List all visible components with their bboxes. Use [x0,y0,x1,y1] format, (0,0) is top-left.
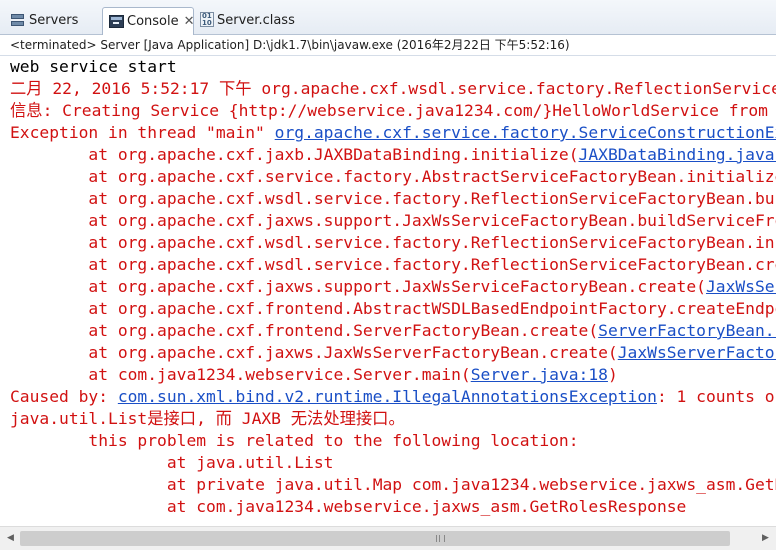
scroll-left-icon[interactable]: ◀ [2,529,19,548]
console-line: at org.apache.cxf.frontend.AbstractWSDLB… [10,298,776,320]
stack-trace-link[interactable]: com.sun.xml.bind.v2.runtime.IllegalAnnot… [118,387,657,406]
servers-icon [10,12,26,28]
grip-icon [436,535,445,542]
console-line: at org.apache.cxf.frontend.ServerFactory… [10,320,776,342]
console-text: 信息: Creating Service {http://webservice.… [10,101,768,120]
stack-trace-link[interactable]: JaxWsServerFactoryBean.java:211 [618,343,776,362]
console-line: at org.apache.cxf.jaxws.support.JaxWsSer… [10,210,776,232]
stack-trace-link[interactable]: org.apache.cxf.service.factory.ServiceCo… [275,123,776,142]
tab-servers-label: Servers [29,13,79,28]
console-text: at org.apache.cxf.wsdl.service.factory.R… [88,189,776,208]
console-output[interactable]: web service start 二月 22, 2016 5:52:17 下午 … [0,56,776,526]
stack-trace-link[interactable]: ServerFactoryBean.java:168 [598,321,776,340]
console-text: Exception in thread "main" [10,123,275,142]
tab-server-class[interactable]: Server.class [196,7,316,34]
scrollbar-thumb[interactable] [20,531,730,546]
console-line: at com.java1234.webservice.jaxws_asm.Get… [10,496,687,518]
console-status-line: <terminated> Server [Java Application] D… [0,35,776,56]
console-text: at org.apache.cxf.jaxb.JAXBDataBinding.i… [10,145,579,164]
console-line: at org.apache.cxf.wsdl.service.factory.R… [10,232,776,254]
console-text: at org.apache.cxf.jaxws.support.JaxWsSer… [88,211,776,230]
console-line: this problem is related to the following… [10,430,579,452]
console-text: web service start [10,57,177,76]
console-line: java.util.List是接口, 而 JAXB 无法处理接口。 [10,408,405,430]
tab-console[interactable]: Console ✕ [102,7,195,35]
console-text: at org.apache.cxf.service.factory.Abstra… [88,167,776,186]
console-line: Caused by: com.sun.xml.bind.v2.runtime.I… [10,386,776,408]
console-text: at org.apache.cxf.jaxws.JaxWsServerFacto… [10,343,618,362]
console-text: : 1 counts of IllegalAnnotationException… [656,387,776,406]
console-line: at org.apache.cxf.jaxb.JAXBDataBinding.i… [10,144,776,166]
console-text: 二月 22, 2016 5:52:17 下午 org.apache.cxf.ws… [10,79,776,98]
console-line: at org.apache.cxf.wsdl.service.factory.R… [10,254,776,276]
console-text: at com.java1234.webservice.jaxws_asm.Get… [10,497,687,516]
console-line: at com.java1234.webservice.Server.main(S… [10,364,618,386]
tab-servers[interactable]: Servers [0,7,102,34]
console-text: Caused by: [10,387,118,406]
console-line: at org.apache.cxf.wsdl.service.factory.R… [10,188,776,210]
console-line: 二月 22, 2016 5:52:17 下午 org.apache.cxf.ws… [10,78,776,100]
console-line: Exception in thread "main" org.apache.cx… [10,122,776,144]
console-line: at org.apache.cxf.jaxws.JaxWsServerFacto… [10,342,776,364]
console-text: at com.java1234.webservice.Server.main( [10,365,471,384]
console-line: at org.apache.cxf.jaxws.support.JaxWsSer… [10,276,776,298]
console-line: at java.util.List [10,452,334,474]
console-line: at org.apache.cxf.service.factory.Abstra… [10,166,776,188]
console-text: at org.apache.cxf.wsdl.service.factory.R… [88,255,776,274]
console-line: 信息: Creating Service {http://webservice.… [10,100,776,122]
console-line: web service start [10,56,177,78]
scroll-right-icon[interactable]: ▶ [757,529,774,548]
class-file-icon [200,12,214,27]
console-line: at private java.util.Map com.java1234.we… [10,474,776,496]
console-text: at org.apache.cxf.frontend.AbstractWSDLB… [88,299,776,318]
console-text: java.util.List是接口, 而 JAXB 无法处理接口。 [10,409,405,428]
console-text: at java.util.List [10,453,334,472]
console-text: this problem is related to the following… [10,431,579,450]
close-icon[interactable]: ✕ [184,8,195,35]
view-tab-bar: Servers Console ✕ Server.class [0,0,776,35]
console-text: ) [607,365,618,384]
console-text: at org.apache.cxf.wsdl.service.factory.R… [88,233,776,252]
tab-console-label: Console [127,14,179,29]
console-text: at org.apache.cxf.jaxws.support.JaxWsSer… [10,277,706,296]
stack-trace-link[interactable]: JaxWsServiceFactoryBean.java:199 [706,277,776,296]
console-text: at org.apache.cxf.frontend.ServerFactory… [10,321,599,340]
horizontal-scrollbar[interactable]: ◀ ▶ [0,526,776,550]
stack-trace-link[interactable]: Server.java:18 [471,365,608,384]
console-text: at private java.util.Map com.java1234.we… [166,475,776,494]
console-icon [109,15,124,28]
stack-trace-link[interactable]: JAXBDataBinding.java:375 [579,145,776,164]
tab-server-class-label: Server.class [217,13,295,28]
